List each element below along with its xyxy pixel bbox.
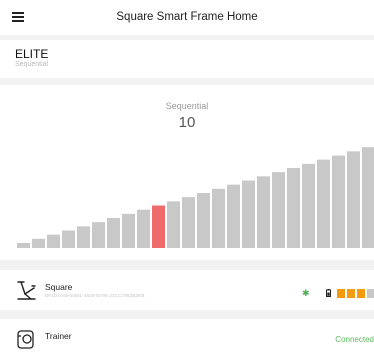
- gear-bar[interactable]: [287, 168, 300, 248]
- device-row-trainer[interactable]: Trainer Connected: [0, 319, 374, 359]
- gear-bar[interactable]: [122, 213, 135, 248]
- gear-bar[interactable]: [302, 163, 315, 248]
- connection-status: Connected: [335, 335, 374, 344]
- gear-bar[interactable]: [227, 184, 240, 248]
- gear-bar[interactable]: [182, 197, 195, 248]
- mode-title: ELITE: [15, 47, 49, 61]
- gear-bar[interactable]: [92, 222, 105, 248]
- device-row-square[interactable]: Square BF1D4A59-E6B1-4508-B796-23CC7983B…: [0, 270, 374, 310]
- gear-bar[interactable]: [332, 155, 345, 249]
- app-bar: Square Smart Frame Home: [0, 0, 374, 35]
- device-id: BF1D4A59-E6B1-4508-B796-23CC7983B3EB: [45, 293, 145, 298]
- gear-bar[interactable]: [107, 218, 120, 248]
- gear-bar[interactable]: [17, 243, 30, 248]
- gear-bar[interactable]: [62, 230, 75, 249]
- gear-bar[interactable]: [197, 193, 210, 248]
- device-name: Trainer: [45, 331, 72, 341]
- bluetooth-icon: ✱: [302, 288, 310, 298]
- app-title: Square Smart Frame Home: [116, 11, 258, 23]
- bike-frame-icon: [17, 281, 36, 300]
- gear-bar[interactable]: [212, 188, 225, 248]
- level-segment: [357, 289, 365, 298]
- gear-bar[interactable]: [137, 209, 150, 248]
- gear-bar-selected[interactable]: [152, 205, 165, 249]
- battery-icon: [326, 289, 331, 297]
- gear-bar[interactable]: [362, 147, 374, 248]
- gear-bar[interactable]: [257, 176, 270, 248]
- gear-bar[interactable]: [47, 234, 60, 248]
- gear-bar[interactable]: [77, 226, 90, 248]
- mode-card[interactable]: ELITE Sequential: [0, 40, 374, 78]
- device-name: Square: [45, 282, 73, 292]
- gear-bar[interactable]: [317, 159, 330, 248]
- gear-bar[interactable]: [242, 180, 255, 249]
- trainer-icon: [17, 330, 34, 349]
- gear-bar-chart: [17, 147, 374, 249]
- level-segment: [367, 289, 374, 298]
- level-indicator: [337, 289, 374, 298]
- mode-subtitle: Sequential: [15, 61, 49, 68]
- gear-chart-card: Sequential 10: [0, 85, 374, 260]
- gear-bar[interactable]: [347, 151, 360, 248]
- level-segment: [347, 289, 355, 298]
- level-segment: [337, 289, 345, 298]
- gear-bar[interactable]: [167, 201, 180, 248]
- gear-bar[interactable]: [272, 172, 285, 248]
- gear-bar[interactable]: [32, 238, 45, 248]
